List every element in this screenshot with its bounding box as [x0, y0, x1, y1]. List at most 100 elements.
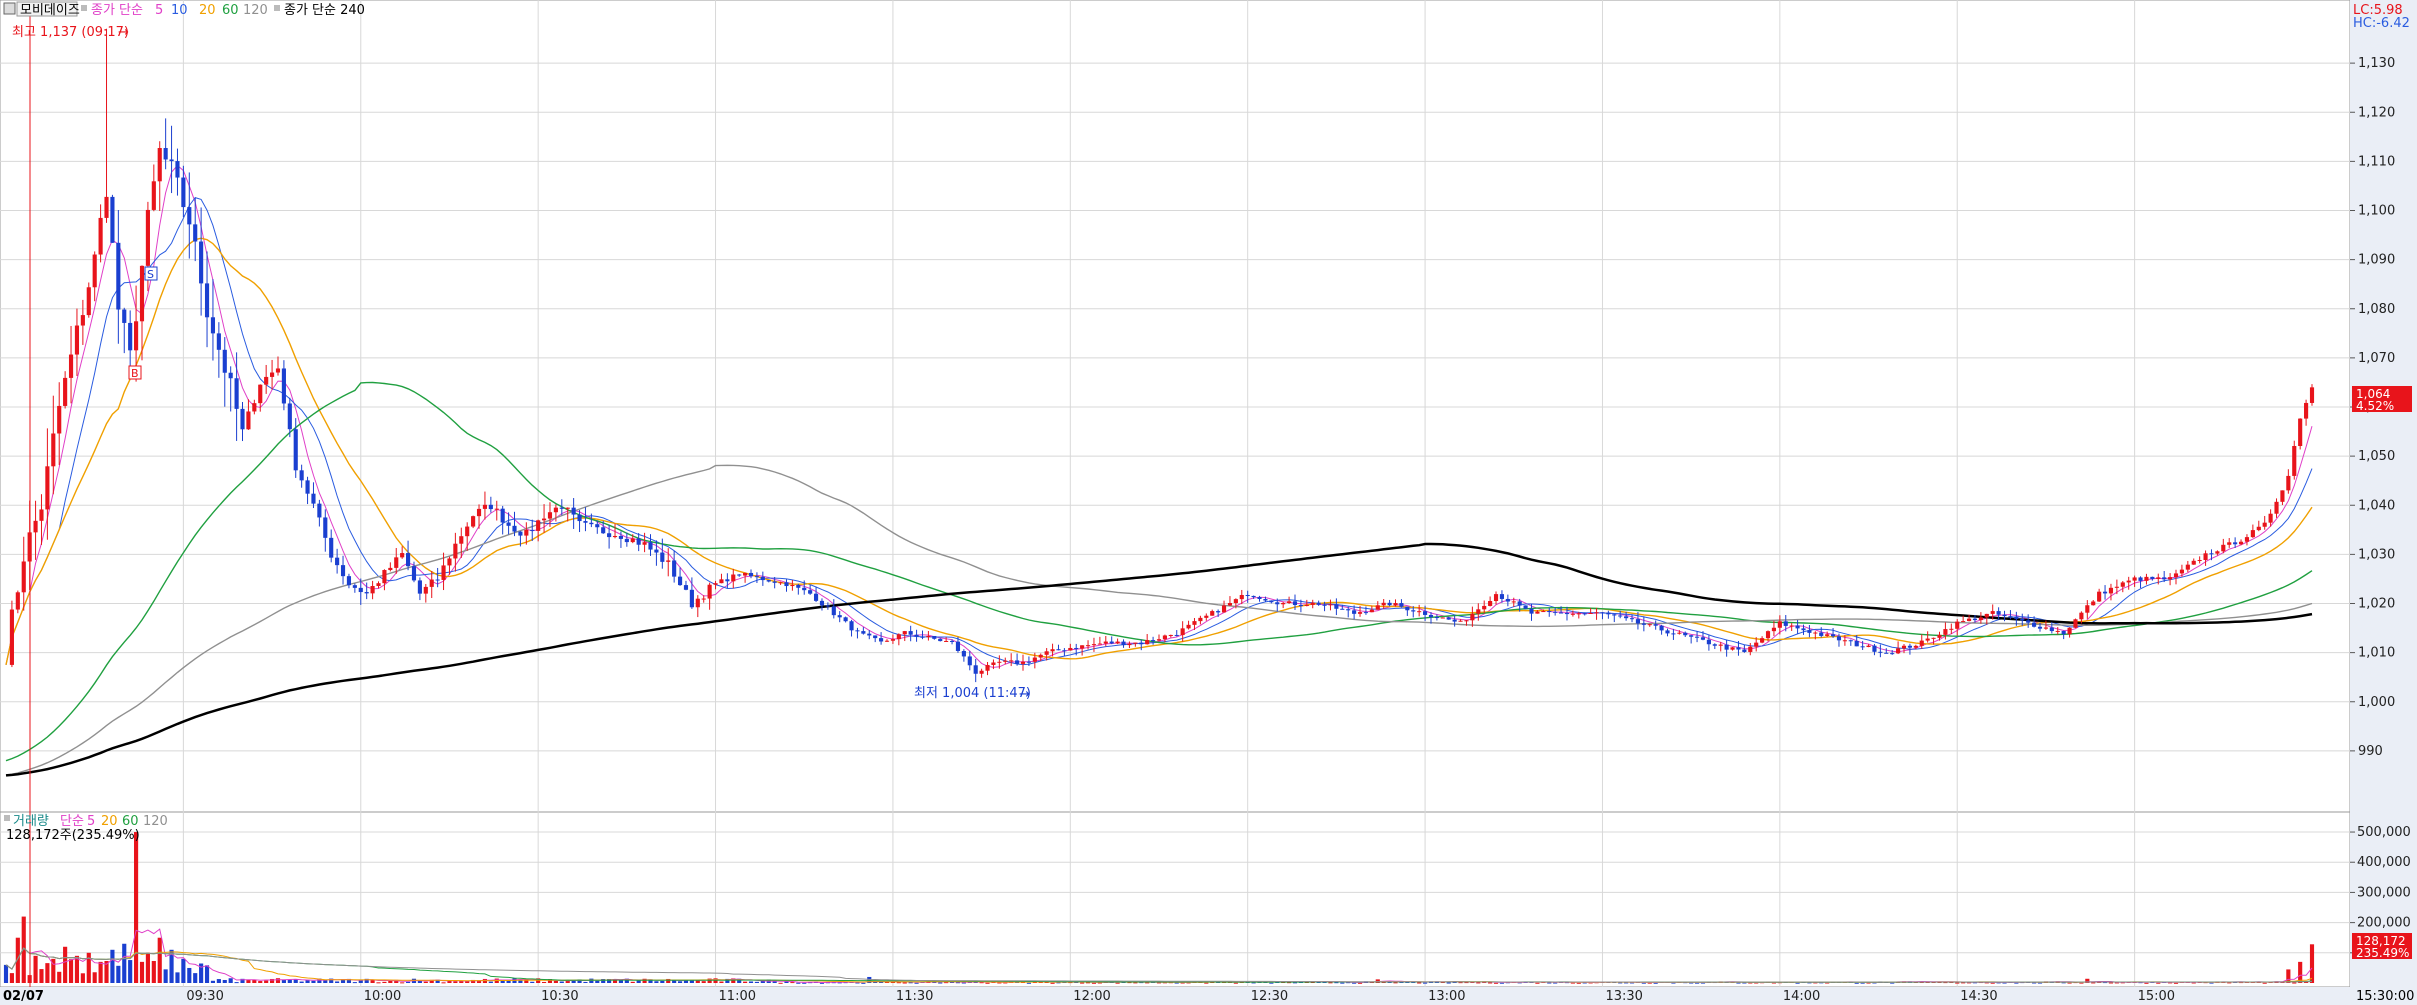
candle-body [1346, 609, 1351, 611]
candle-body [1671, 633, 1676, 635]
candle-body [1647, 624, 1652, 626]
candle-body [701, 598, 706, 600]
candle-body [991, 662, 996, 665]
volume-bar [1795, 982, 1800, 984]
candle-body [1872, 645, 1877, 652]
candle-body [1363, 612, 1369, 614]
chart-menu-icon[interactable] [3, 2, 16, 15]
candle-body [1635, 619, 1641, 624]
candle-body [1700, 637, 1706, 640]
candle-body [1068, 647, 1073, 651]
candle-body [636, 538, 641, 545]
candle-body [1423, 611, 1428, 615]
candle-body [1819, 632, 1824, 636]
candle-body [1659, 625, 1664, 631]
candle-body [234, 378, 239, 409]
volume-ma-5: 5 [87, 814, 95, 829]
candle-body [1334, 604, 1339, 609]
candle-body [2173, 573, 2179, 578]
candle-body [595, 524, 600, 528]
buy-signal: B [131, 367, 139, 380]
volume-bar [157, 937, 162, 983]
candle-body [1955, 621, 1960, 629]
candle-body [1458, 620, 1463, 622]
candle-body [2197, 559, 2202, 561]
volume-bar [861, 982, 866, 984]
volume-bar [258, 981, 263, 983]
candle-body [2156, 577, 2161, 579]
price-panel[interactable] [0, 0, 2351, 813]
volume-value: 128,172주(235.49%) [6, 828, 140, 843]
candle-body [382, 570, 387, 584]
candle-body [2138, 577, 2143, 581]
candle-body [1541, 611, 1546, 613]
volume-bar [630, 981, 635, 983]
candle-body [2209, 553, 2214, 555]
volume-bar [98, 961, 103, 983]
volume-bar [790, 982, 795, 984]
candle-body [1665, 630, 1670, 634]
candle-body [145, 209, 150, 266]
candle-body [1860, 646, 1865, 648]
candle-body [1966, 618, 1972, 622]
candle-body [1192, 621, 1197, 625]
candle-body [1712, 644, 1717, 646]
candle-body [1588, 612, 1593, 614]
candle-body [648, 542, 653, 550]
candle-body [80, 315, 85, 326]
volume-bar [778, 982, 783, 984]
candle-body [766, 580, 771, 582]
candle-body [1559, 612, 1564, 614]
ma-period-10: 10 [171, 3, 188, 18]
volume-bar [701, 981, 706, 983]
volume-bar [488, 981, 493, 983]
volume-bar [1576, 982, 1581, 984]
candle-body [707, 584, 712, 599]
volume-panel[interactable] [0, 811, 2351, 988]
candle-body [754, 576, 759, 578]
candle-body [1292, 601, 1298, 606]
volume-bar [541, 981, 547, 983]
candle-body [1641, 623, 1646, 625]
volume-bar [145, 952, 150, 983]
stock-chart[interactable]: 9901,0001,0101,0201,0301,0401,0501,0601,… [0, 0, 2417, 1005]
candle-body [228, 372, 233, 379]
candle-body [867, 633, 872, 636]
candle-body [1121, 641, 1126, 646]
candle-body [317, 503, 322, 518]
candle-body [583, 521, 588, 523]
volume-bar [654, 981, 659, 983]
candle-body [411, 566, 417, 581]
volume-bar [400, 982, 405, 984]
candle-body [1878, 651, 1883, 653]
candle-body [1677, 632, 1682, 634]
candle-body [949, 640, 955, 642]
candle-body [2002, 614, 2007, 617]
candle-body [831, 606, 836, 616]
candle-body [1417, 611, 1422, 613]
time-tick-label: 10:00 [364, 989, 401, 1004]
candle-body [1482, 605, 1487, 610]
candle-body [1836, 636, 1842, 641]
candle-body [9, 609, 14, 665]
volume-bar [9, 973, 14, 983]
volume-bar [2079, 982, 2084, 984]
candle-body [2304, 402, 2309, 419]
candle-body [92, 254, 97, 288]
volume-bar [423, 981, 428, 983]
candle-body [1553, 611, 1558, 613]
volume-bar [1050, 982, 1055, 984]
ma-period-120: 120 [243, 3, 268, 18]
candle-body [1316, 602, 1321, 605]
hc-readout: HC:-6.42 [2353, 16, 2410, 31]
volume-bar [660, 980, 665, 983]
candle-body [346, 576, 352, 586]
candle-body [258, 384, 263, 404]
volume-bar [1340, 982, 1345, 984]
candle-body [849, 621, 854, 631]
volume-bar [275, 978, 281, 983]
volume-bar [1488, 982, 1493, 984]
volume-bar [985, 982, 990, 984]
candle-body [2215, 551, 2220, 554]
ma-legend-title: 종가 단순 [91, 3, 143, 18]
